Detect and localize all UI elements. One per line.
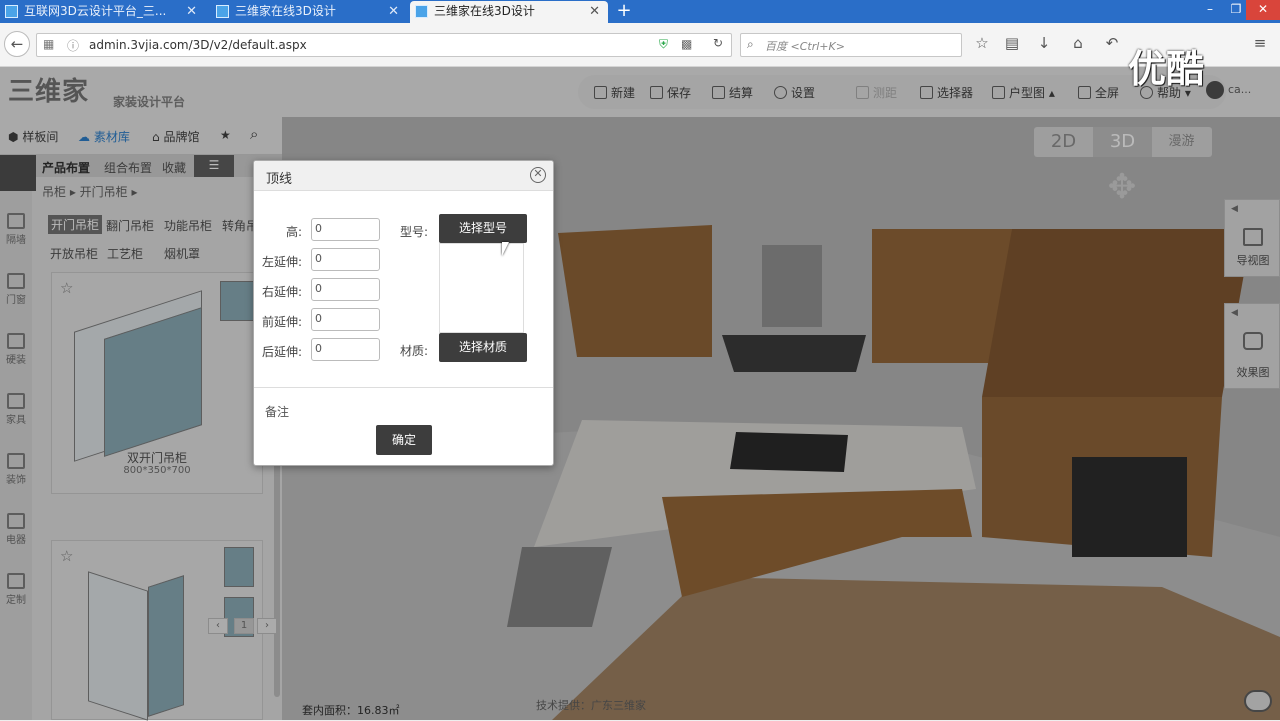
video-watermark: 优酷 bbox=[1128, 47, 1205, 91]
search-placeholder: 百度 <Ctrl+K> bbox=[765, 40, 845, 53]
select-model-button[interactable]: 选择型号 bbox=[439, 214, 527, 243]
url-text: admin.3vjia.com/3D/v2/default.aspx bbox=[89, 38, 307, 52]
tab-label: 三维家在线3D设计 bbox=[434, 4, 535, 18]
search-input[interactable]: ⌕ 百度 <Ctrl+K> bbox=[740, 33, 962, 57]
material-label: 材质: bbox=[399, 344, 428, 358]
select-material-button[interactable]: 选择材质 bbox=[439, 333, 527, 362]
dialog-title: 顶线 bbox=[266, 172, 293, 187]
home-icon[interactable]: ⌂ bbox=[1066, 31, 1090, 55]
front-extend-input[interactable]: 0 bbox=[311, 308, 380, 331]
search-icon: ⌕ bbox=[747, 37, 754, 51]
right-extend-input[interactable]: 0 bbox=[311, 278, 380, 301]
field-label-front-extend: 前延伸: bbox=[261, 315, 302, 329]
field-label-right-extend: 右延伸: bbox=[261, 285, 302, 299]
shield-icon[interactable]: ⛨ bbox=[659, 37, 668, 52]
browser-tab-bar: 互联网3D云设计平台_三... ✕ 三维家在线3D设计 ✕ 三维家在线3D设计 … bbox=[0, 0, 1280, 23]
page-icon: ▦ bbox=[43, 37, 55, 51]
new-tab-button[interactable]: + bbox=[614, 0, 634, 22]
modal-overlay bbox=[0, 67, 1280, 720]
close-tab-icon[interactable]: ✕ bbox=[388, 1, 399, 22]
back-arrow-icon[interactable]: ← bbox=[4, 31, 30, 57]
field-label-height: 高: bbox=[285, 225, 302, 239]
dialog-header: 顶线 ✕ bbox=[254, 161, 553, 191]
browser-tab-1[interactable]: 互联网3D云设计平台_三... ✕ bbox=[0, 1, 205, 23]
back-extend-input[interactable]: 0 bbox=[311, 338, 380, 361]
mouse-cursor-icon bbox=[502, 242, 509, 256]
dialog-divider bbox=[254, 387, 553, 388]
download-icon[interactable]: ↓ bbox=[1032, 31, 1056, 55]
model-label: 型号: bbox=[399, 225, 428, 239]
browser-nav-bar: ← ▦ ⓘ admin.3vjia.com/3D/v2/default.aspx… bbox=[0, 23, 1280, 67]
note-label: 备注 bbox=[265, 405, 290, 419]
reading-list-icon[interactable]: ▤ bbox=[1000, 31, 1024, 55]
site-favicon-icon bbox=[415, 5, 428, 18]
model-preview bbox=[439, 243, 524, 333]
browser-tab-3-active[interactable]: 三维家在线3D设计 ✕ bbox=[410, 1, 608, 23]
site-favicon-icon bbox=[5, 5, 18, 18]
tab-label: 三维家在线3D设计 bbox=[235, 4, 336, 18]
confirm-button[interactable]: 确定 bbox=[376, 425, 432, 455]
close-window-icon[interactable]: ✕ bbox=[1246, 0, 1280, 20]
field-label-left-extend: 左延伸: bbox=[261, 255, 302, 269]
info-icon: ⓘ bbox=[67, 39, 80, 53]
qr-code-icon[interactable]: ▩ bbox=[681, 37, 692, 51]
minimize-window-icon[interactable]: – bbox=[1196, 0, 1224, 20]
close-tab-icon[interactable]: ✕ bbox=[186, 1, 197, 22]
reload-icon[interactable]: ↻ bbox=[713, 36, 723, 50]
height-input[interactable]: 0 bbox=[311, 218, 380, 241]
close-icon[interactable]: ✕ bbox=[530, 167, 546, 183]
left-extend-input[interactable]: 0 bbox=[311, 248, 380, 271]
crown-molding-dialog: 顶线 ✕ 高: 0 左延伸: 0 右延伸: 0 前延伸: 0 后延伸: 0 型号… bbox=[253, 160, 554, 466]
undo-icon[interactable]: ↶ bbox=[1100, 31, 1124, 55]
tab-label: 互联网3D云设计平台_三... bbox=[24, 4, 167, 18]
site-favicon-icon bbox=[216, 5, 229, 18]
address-bar[interactable]: ▦ ⓘ admin.3vjia.com/3D/v2/default.aspx ⛨… bbox=[36, 33, 732, 57]
close-tab-icon[interactable]: ✕ bbox=[589, 1, 600, 22]
field-label-back-extend: 后延伸: bbox=[261, 345, 302, 359]
bookmark-star-icon[interactable]: ☆ bbox=[970, 31, 994, 55]
browser-tab-2[interactable]: 三维家在线3D设计 ✕ bbox=[211, 1, 407, 23]
menu-icon[interactable]: ≡ bbox=[1248, 31, 1272, 55]
